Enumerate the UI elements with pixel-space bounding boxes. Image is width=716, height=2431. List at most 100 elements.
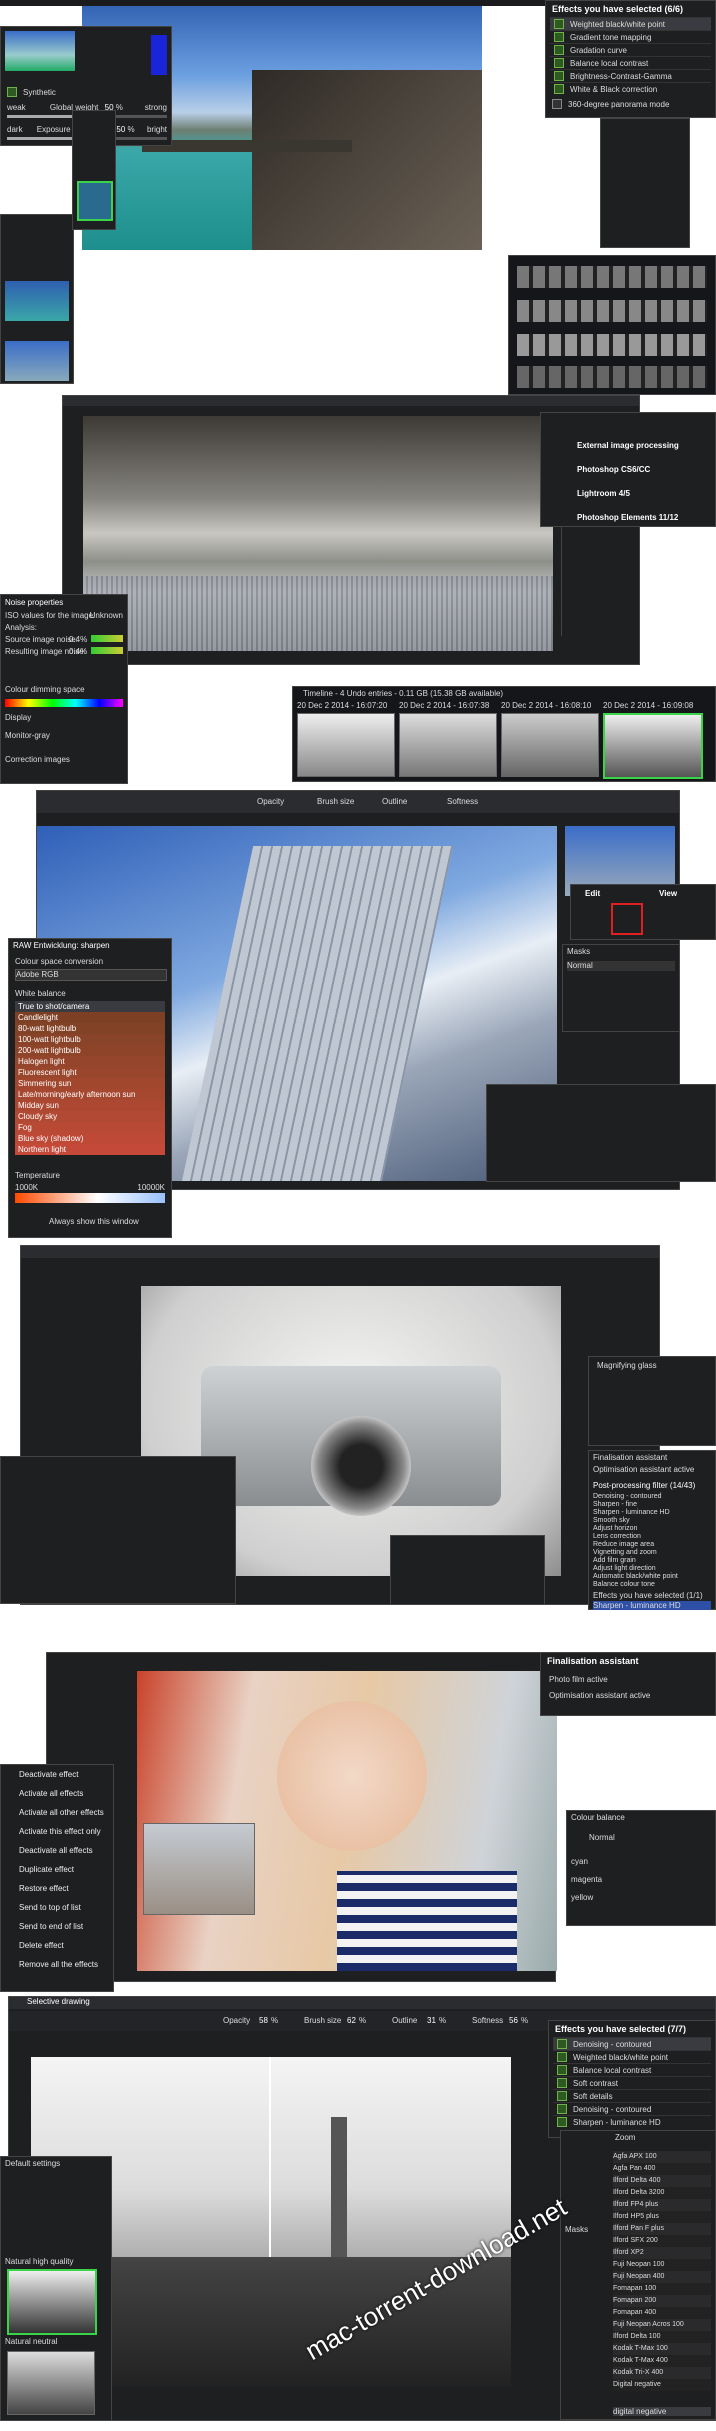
panorama-label: 360-degree panorama mode <box>568 99 670 109</box>
post-filter-item[interactable]: Vignetting and zoom <box>593 1549 711 1557</box>
white-balance-option[interactable]: Halogen light <box>15 1056 165 1067</box>
white-balance-option[interactable]: True to shot/camera <box>15 1001 165 1012</box>
mask-mode-select[interactable]: Normal <box>567 961 675 971</box>
post-filter-item[interactable]: Lens correction <box>593 1533 711 1541</box>
colour-swatch[interactable] <box>151 35 167 75</box>
colour-space-select[interactable]: Adobe RGB <box>15 969 167 981</box>
effect-row[interactable]: Gradient tone mapping <box>550 30 711 43</box>
post-filter-item[interactable]: Denoising - contoured <box>593 1493 711 1501</box>
context-menu-item[interactable]: Send to top of list <box>1 1898 113 1917</box>
film-item[interactable]: Fuji Neopan Acros 100 <box>613 2319 711 2331</box>
filmstrip-row[interactable] <box>517 266 707 288</box>
film-item[interactable]: Fomapan 100 <box>613 2283 711 2295</box>
preset-thumb-natural[interactable] <box>7 2269 97 2335</box>
film-item[interactable]: Fomapan 200 <box>613 2295 711 2307</box>
effect-row[interactable]: Gradation curve <box>550 43 711 56</box>
effect-row[interactable]: Balance local contrast <box>550 56 711 69</box>
context-menu-item[interactable]: Activate all effects <box>1 1784 113 1803</box>
preset-thumb-neutral[interactable] <box>7 2351 95 2415</box>
export-photoshop[interactable]: Photoshop CS6/CC <box>577 465 650 474</box>
post-filter-item[interactable]: Adjust horizon <box>593 1525 711 1533</box>
white-balance-option[interactable]: Fluorescent light <box>15 1067 165 1078</box>
film-item[interactable]: Kodak T-Max 100 <box>613 2343 711 2355</box>
effect-row[interactable]: Weighted black/white point <box>550 17 711 30</box>
film-item[interactable]: Ilford SFX 200 <box>613 2235 711 2247</box>
white-balance-option[interactable]: Fog <box>15 1122 165 1133</box>
strong-label: strong <box>144 103 167 112</box>
film-item[interactable]: Ilford HP5 plus <box>613 2211 711 2223</box>
context-menu-item[interactable]: Activate this effect only <box>1 1822 113 1841</box>
context-menu-item[interactable]: Delete effect <box>1 1936 113 1955</box>
film-item[interactable]: Ilford FP4 plus <box>613 2199 711 2211</box>
white-balance-option[interactable]: Northern light <box>15 1144 165 1155</box>
film-item[interactable]: Kodak T-Max 400 <box>613 2355 711 2367</box>
effect-row[interactable]: Soft details <box>553 2089 711 2102</box>
context-menu-item[interactable]: Send to end of list <box>1 1917 113 1936</box>
film-item[interactable]: Ilford Delta 3200 <box>613 2187 711 2199</box>
synthetic-checkbox[interactable] <box>7 87 17 97</box>
film-item[interactable]: Ilford XP2 <box>613 2247 711 2259</box>
film-item[interactable]: Fuji Neopan 100 <box>613 2259 711 2271</box>
effect-row[interactable]: Denoising - contoured <box>553 2102 711 2115</box>
export-elements[interactable]: Photoshop Elements 11/12 <box>577 513 678 522</box>
film-item[interactable]: Ilford Delta 400 <box>613 2175 711 2187</box>
filmstrip-row[interactable] <box>517 300 707 322</box>
filmstrip-row[interactable] <box>517 334 707 356</box>
timeline-thumb-selected[interactable] <box>603 713 703 779</box>
exposure-value[interactable]: 50 <box>116 125 125 134</box>
white-balance-option[interactable]: Late/morning/early afternoon sun <box>15 1089 165 1100</box>
white-balance-option[interactable]: Candlelight <box>15 1012 165 1023</box>
before-thumb[interactable] <box>143 1823 255 1915</box>
post-filter-item[interactable]: Reduce image area <box>593 1541 711 1549</box>
post-filter-item[interactable]: Sharpen - luminance HD <box>593 1509 711 1517</box>
post-filter-item[interactable]: Automatic black/white point <box>593 1573 711 1581</box>
white-balance-option[interactable]: 100-watt lightbulb <box>15 1034 165 1045</box>
white-balance-option[interactable]: Midday sun <box>15 1100 165 1111</box>
timeline-thumb[interactable] <box>297 713 395 777</box>
noise-bar <box>91 635 123 642</box>
white-balance-option[interactable]: 80-watt lightbulb <box>15 1023 165 1034</box>
effect-row[interactable]: Balance local contrast <box>553 2063 711 2076</box>
film-type-panel: Zoom Masks Agfa APX 100 Agfa Pan 400 Ilfor… <box>560 2130 716 2420</box>
white-balance-option[interactable]: Blue sky (shadow) <box>15 1133 165 1144</box>
preset-thumb-2[interactable] <box>5 281 69 321</box>
post-filter-item[interactable]: Sharpen - fine <box>593 1501 711 1509</box>
context-menu-item[interactable]: Restore effect <box>1 1879 113 1898</box>
temperature-slider[interactable] <box>15 1193 165 1203</box>
filmstrip-row[interactable] <box>517 366 707 388</box>
white-balance-option[interactable]: 200-watt lightbulb <box>15 1045 165 1056</box>
film-item[interactable]: Digital negative <box>613 2379 711 2391</box>
context-menu-item[interactable]: Deactivate effect <box>1 1765 113 1784</box>
post-filter-item[interactable]: Adjust light direction <box>593 1565 711 1573</box>
preset-thumb-3[interactable] <box>5 341 69 381</box>
timeline-thumb[interactable] <box>399 713 497 777</box>
film-item[interactable]: Ilford Pan F plus <box>613 2223 711 2235</box>
edit-highlighted-button[interactable] <box>611 903 643 935</box>
post-filter-item[interactable]: Add film grain <box>593 1557 711 1565</box>
film-item[interactable]: Kodak Tri-X 400 <box>613 2367 711 2379</box>
post-filter-item[interactable]: Smooth sky <box>593 1517 711 1525</box>
post-filter-item[interactable]: Balance colour tone <box>593 1581 711 1589</box>
colour-strip[interactable] <box>5 699 123 707</box>
effect-row[interactable]: Denoising - contoured <box>553 2037 711 2050</box>
context-menu-item[interactable]: Remove all the effects <box>1 1955 113 1974</box>
noise-bar <box>91 647 123 654</box>
context-menu-item[interactable]: Activate all other effects <box>1 1803 113 1822</box>
effect-row[interactable]: Sharpen - luminance HD <box>553 2115 711 2128</box>
white-balance-option[interactable]: Cloudy sky <box>15 1111 165 1122</box>
film-item[interactable]: Fomapan 400 <box>613 2307 711 2319</box>
timeline-thumb[interactable] <box>501 713 599 777</box>
export-lightroom[interactable]: Lightroom 4/5 <box>577 489 630 498</box>
panorama-checkbox[interactable] <box>552 99 562 109</box>
context-menu-item[interactable]: Deactivate all effects <box>1 1841 113 1860</box>
effect-row[interactable]: Brightness-Contrast-Gamma <box>550 69 711 82</box>
preset-thumb[interactable] <box>5 31 75 71</box>
thumb-selected[interactable] <box>77 181 113 221</box>
effect-row[interactable]: Soft contrast <box>553 2076 711 2089</box>
film-item[interactable]: Fuji Neopan 400 <box>613 2271 711 2283</box>
white-balance-option[interactable]: Simmering sun <box>15 1078 165 1089</box>
film-item[interactable]: Ilford Delta 100 <box>613 2331 711 2343</box>
effect-row[interactable]: Weighted black/white point <box>553 2050 711 2063</box>
context-menu-item[interactable]: Duplicate effect <box>1 1860 113 1879</box>
effect-row[interactable]: White & Black correction <box>550 82 711 95</box>
